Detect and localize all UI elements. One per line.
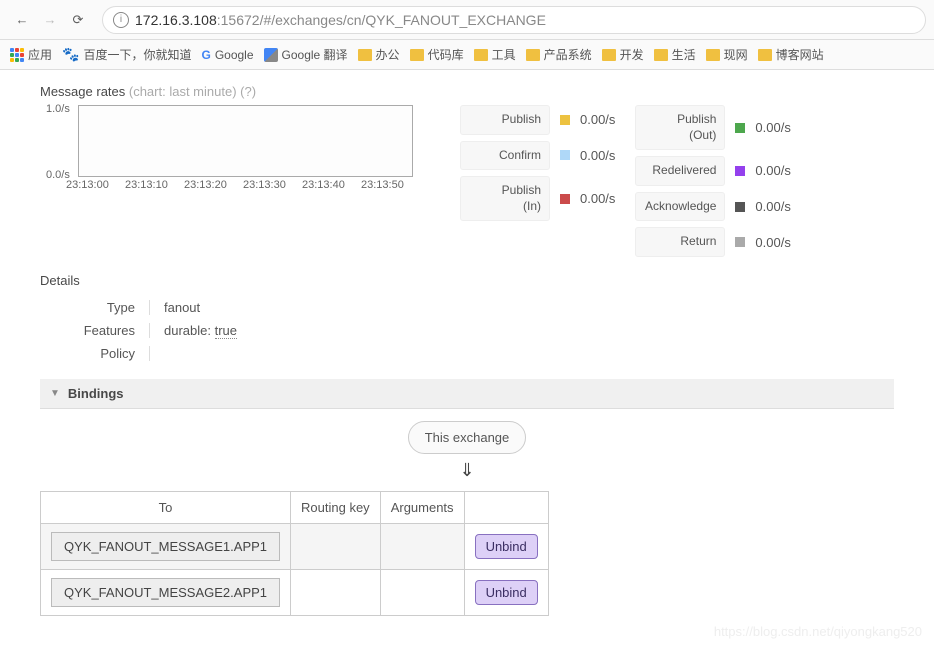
- rate-redelivered: Redelivered 0.00/s: [635, 156, 790, 186]
- apps-icon: [10, 48, 24, 62]
- unbind-button[interactable]: Unbind: [475, 580, 538, 605]
- bookmark-folder-4[interactable]: 产品系统: [526, 46, 592, 63]
- swatch-acknowledge: [735, 202, 745, 212]
- th-arguments: Arguments: [380, 491, 464, 523]
- rates-chart: 1.0/s 0.0/s 23:13:00 23:13:10 23:13:20 2…: [40, 105, 420, 191]
- table-header-row: To Routing key Arguments: [41, 491, 549, 523]
- folder-icon: [410, 49, 424, 61]
- browser-toolbar: ← → ⟳ i 172.16.3.108:15672/#/exchanges/c…: [0, 0, 934, 40]
- collapse-icon: ▼: [50, 388, 60, 399]
- forward-button[interactable]: →: [38, 8, 62, 32]
- bookmark-folder-5[interactable]: 开发: [602, 46, 644, 63]
- bindings-table: To Routing key Arguments QYK_FANOUT_MESS…: [40, 491, 549, 616]
- bookmark-folder-3[interactable]: 工具: [474, 46, 516, 63]
- swatch-redelivered: [735, 166, 745, 176]
- address-bar[interactable]: i 172.16.3.108:15672/#/exchanges/cn/QYK_…: [102, 6, 926, 34]
- bookmark-gtranslate[interactable]: Google 翻译: [264, 46, 348, 63]
- bookmark-folder-6[interactable]: 生活: [654, 46, 696, 63]
- folder-icon: [654, 49, 668, 61]
- swatch-confirm: [560, 150, 570, 160]
- bookmark-folder-8[interactable]: 博客网站: [758, 46, 824, 63]
- th-actions: [464, 491, 548, 523]
- this-exchange-badge: This exchange: [408, 421, 527, 454]
- rate-confirm: Confirm 0.00/s: [460, 141, 615, 171]
- rate-publish-in: Publish (In) 0.00/s: [460, 176, 615, 221]
- y-axis-bottom: 0.0/s: [46, 169, 70, 181]
- bookmarks-bar: 应用 🐾 百度一下，你就知道 G Google Google 翻译 办公 代码库…: [0, 40, 934, 70]
- folder-icon: [526, 49, 540, 61]
- detail-type: Type fanout: [40, 296, 894, 319]
- swatch-publish-out: [735, 123, 745, 133]
- translate-icon: [264, 48, 278, 62]
- bookmark-folder-7[interactable]: 现网: [706, 46, 748, 63]
- unbind-button[interactable]: Unbind: [475, 534, 538, 559]
- chart-plot-area: [78, 105, 413, 177]
- message-rates-title: Message rates (chart: last minute) (?): [40, 84, 894, 99]
- rate-acknowledge: Acknowledge 0.00/s: [635, 192, 790, 222]
- folder-icon: [602, 49, 616, 61]
- url-text: 172.16.3.108:15672/#/exchanges/cn/QYK_FA…: [135, 12, 546, 28]
- th-to: To: [41, 491, 291, 523]
- swatch-publish-in: [560, 194, 570, 204]
- site-info-icon[interactable]: i: [113, 12, 129, 28]
- reload-button[interactable]: ⟳: [66, 8, 90, 32]
- bookmark-apps[interactable]: 应用: [10, 46, 52, 63]
- rate-return: Return 0.00/s: [635, 227, 790, 257]
- folder-icon: [358, 49, 372, 61]
- details-title: Details: [40, 273, 894, 288]
- folder-icon: [758, 49, 772, 61]
- help-icon[interactable]: (?): [240, 84, 256, 99]
- bookmark-google[interactable]: G Google: [201, 48, 253, 62]
- table-row: QYK_FANOUT_MESSAGE2.APP1 Unbind: [41, 569, 549, 615]
- google-icon: G: [201, 48, 210, 62]
- swatch-publish: [560, 115, 570, 125]
- bookmark-folder-1[interactable]: 办公: [358, 46, 400, 63]
- back-button[interactable]: ←: [10, 8, 34, 32]
- rate-publish-out: Publish (Out) 0.00/s: [635, 105, 790, 150]
- bookmark-baidu[interactable]: 🐾 百度一下，你就知道: [62, 46, 191, 63]
- detail-policy: Policy: [40, 342, 894, 365]
- th-routing-key: Routing key: [291, 491, 381, 523]
- swatch-return: [735, 237, 745, 247]
- folder-icon: [474, 49, 488, 61]
- baidu-icon: 🐾: [62, 46, 79, 63]
- arrow-down-icon: ⇓: [459, 460, 474, 481]
- bookmark-folder-2[interactable]: 代码库: [410, 46, 464, 63]
- watermark: https://blog.csdn.net/qiyongkang520: [714, 624, 922, 639]
- y-axis-top: 1.0/s: [46, 103, 70, 115]
- detail-features: Features durable: true: [40, 319, 894, 342]
- rate-publish: Publish 0.00/s: [460, 105, 615, 135]
- queue-link[interactable]: QYK_FANOUT_MESSAGE1.APP1: [51, 532, 280, 561]
- bindings-header[interactable]: ▼ Bindings: [40, 379, 894, 409]
- queue-link[interactable]: QYK_FANOUT_MESSAGE2.APP1: [51, 578, 280, 607]
- x-axis-labels: 23:13:00 23:13:10 23:13:20 23:13:30 23:1…: [40, 179, 420, 191]
- folder-icon: [706, 49, 720, 61]
- table-row: QYK_FANOUT_MESSAGE1.APP1 Unbind: [41, 523, 549, 569]
